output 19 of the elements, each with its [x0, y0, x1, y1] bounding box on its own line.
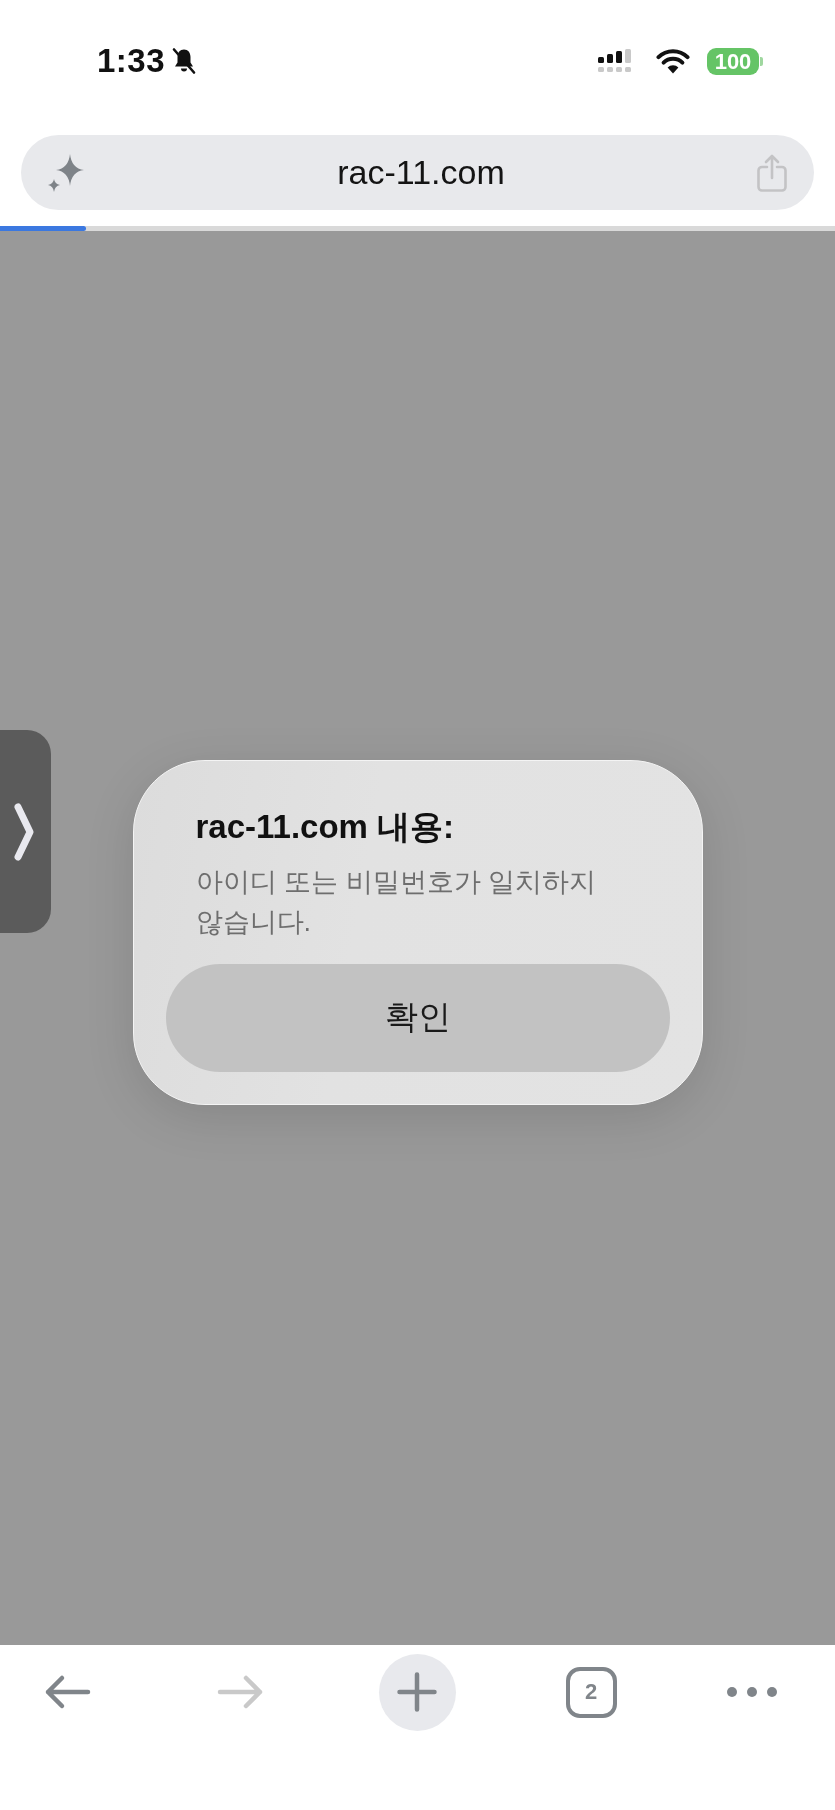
more-button[interactable]	[727, 1687, 777, 1697]
wifi-icon	[656, 48, 690, 74]
address-bar[interactable]: rac-11.com	[21, 135, 814, 210]
battery-indicator: 100	[707, 47, 763, 75]
status-time: 1:33	[97, 42, 166, 80]
url-text: rac-11.com	[337, 153, 505, 192]
plus-icon	[397, 1672, 437, 1712]
back-arrow-icon	[43, 1674, 91, 1710]
forward-arrow-icon	[217, 1674, 265, 1710]
share-icon	[756, 152, 788, 193]
tab-count-button[interactable]: 2	[565, 1666, 617, 1718]
dialog-message: 아이디 또는 비밀번호가 일치하지 않습니다.	[195, 865, 597, 939]
side-panel-handle[interactable]	[0, 730, 51, 933]
dialog-title: rac-11.com 내용:	[195, 806, 455, 847]
signal-icon	[598, 49, 634, 73]
back-button[interactable]	[43, 1674, 91, 1710]
chevron-right-icon	[13, 802, 34, 861]
more-dots-icon	[727, 1687, 777, 1697]
confirm-button[interactable]: 확인	[165, 963, 670, 1072]
